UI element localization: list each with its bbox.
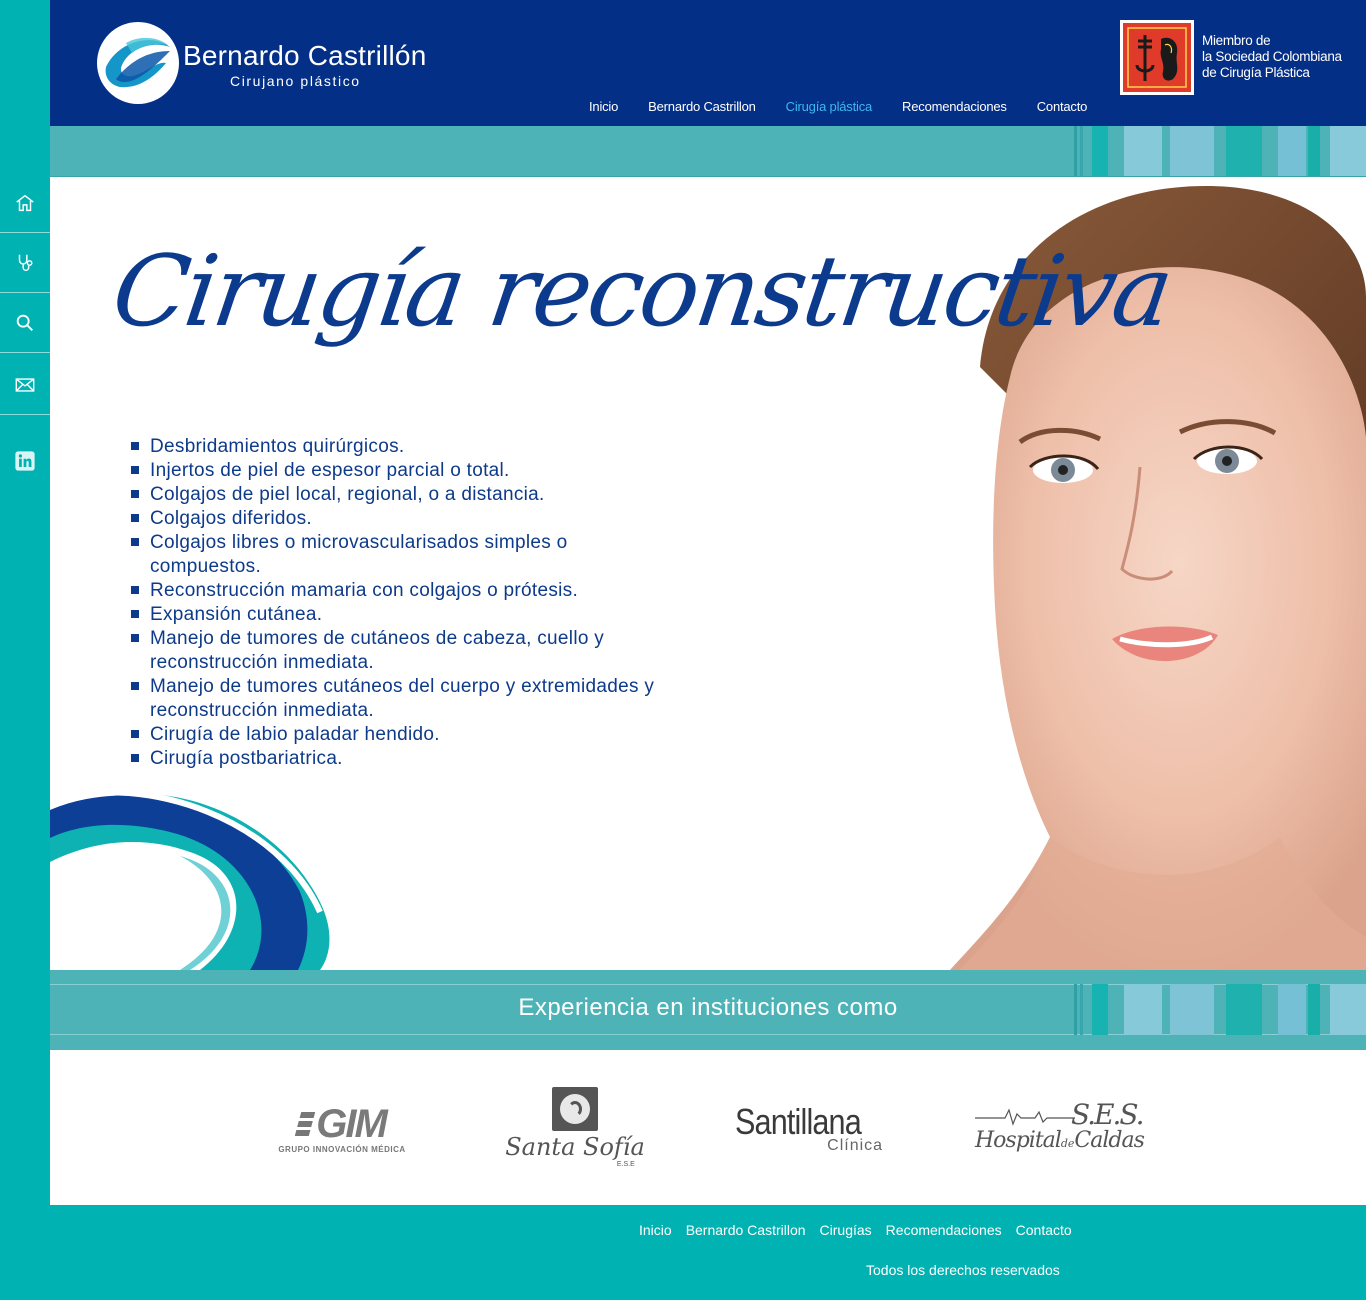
gim-mark: GIM: [316, 1101, 388, 1146]
linkedin-icon: [15, 451, 35, 471]
decorative-band-top: [50, 126, 1366, 177]
nav-bernardo-castrillon[interactable]: Bernardo Castrillon: [648, 99, 756, 114]
decorative-swoosh: [50, 789, 330, 970]
mail-button[interactable]: [0, 355, 50, 415]
nav-cirugia-plastica[interactable]: Cirugía plástica: [786, 99, 873, 114]
list-item: Cirugía de labio paladar hendido.: [130, 723, 750, 747]
linkedin-button[interactable]: [0, 431, 50, 491]
footer-nav: Inicio Bernardo Castrillon Cirugías Reco…: [639, 1222, 1086, 1238]
left-sidebar: [0, 0, 50, 1300]
membership-line-1: Miembro de: [1202, 33, 1271, 48]
nav-recomendaciones[interactable]: Recomendaciones: [902, 99, 1007, 114]
home-icon: [16, 194, 34, 211]
main-nav: Inicio Bernardo Castrillon Cirugía plást…: [589, 99, 1117, 114]
nav-contacto[interactable]: Contacto: [1037, 99, 1088, 114]
stethoscope-icon: [18, 254, 33, 271]
mail-icon: [15, 377, 35, 392]
society-membership-text: Miembro de la Sociedad Colombiana de Cir…: [1202, 33, 1342, 81]
list-item: Cirugía postbariatrica.: [130, 747, 750, 771]
santa-sofia-name: Santa Sofía: [505, 1133, 645, 1161]
footer-nav-bernardo-castrillon[interactable]: Bernardo Castrillon: [686, 1222, 806, 1238]
copyright-text: Todos los derechos reservados: [866, 1262, 1060, 1278]
search-button[interactable]: [0, 293, 50, 353]
footer-nav-inicio[interactable]: Inicio: [639, 1222, 672, 1238]
hero-title: Cirugía reconstructiva: [105, 235, 1177, 349]
logo-santillana[interactable]: Santillana Clínica: [734, 1050, 884, 1205]
ses-mark: S.E.S.: [1071, 1097, 1145, 1131]
list-item: Colgajos libres o microvascularisados si…: [130, 531, 630, 579]
list-item: Reconstrucción mamaria con colgajos o pr…: [130, 579, 750, 603]
list-item: Desbridamientos quirúrgicos.: [130, 435, 750, 459]
footer-nav-recomendaciones[interactable]: Recomendaciones: [886, 1222, 1002, 1238]
footer-nav-contacto[interactable]: Contacto: [1016, 1222, 1072, 1238]
list-item: Colgajos diferidos.: [130, 507, 750, 531]
list-item: Manejo de tumores cutáneos del cuerpo y …: [130, 675, 730, 723]
site-header: Bernardo Castrillón Cirujano plástico Mi…: [50, 0, 1366, 126]
ses-caldas: Caldas: [1074, 1127, 1144, 1153]
experience-title: Experiencia en instituciones como: [50, 994, 1366, 1022]
society-emblem: [1120, 20, 1194, 95]
services-list: Desbridamientos quirúrgicos. Injertos de…: [130, 435, 750, 771]
ses-de: de: [1060, 1136, 1075, 1150]
list-item: Expansión cutánea.: [130, 603, 750, 627]
membership-line-2: la Sociedad Colombiana: [1202, 49, 1342, 64]
santillana-name: Santillana: [734, 1100, 862, 1142]
list-item: Manejo de tumores de cutáneos de cabeza,…: [130, 627, 690, 675]
list-item: Colgajos de piel local, regional, o a di…: [130, 483, 750, 507]
heartbeat-icon: [975, 1107, 1075, 1126]
list-item: Injertos de piel de espesor parcial o to…: [130, 459, 750, 483]
ses-hospital: Hospital: [975, 1127, 1062, 1153]
experience-title-text: Experiencia en instituciones como: [518, 994, 898, 1021]
decorative-stripes: [1074, 126, 1366, 176]
experience-band: Experiencia en instituciones como: [50, 970, 1366, 1050]
institution-logos: GIM GRUPO INNOVACIÓN MÉDICA Santa Sofía …: [50, 1050, 1366, 1205]
gim-caption: GRUPO INNOVACIÓN MÉDICA: [278, 1144, 406, 1154]
site-footer: Inicio Bernardo Castrillon Cirugías Reco…: [50, 1205, 1366, 1300]
footer-nav-cirugias[interactable]: Cirugías: [820, 1222, 872, 1238]
nav-inicio[interactable]: Inicio: [589, 99, 618, 114]
santa-sofia-caption: E.S.E: [616, 1161, 635, 1168]
membership-line-3: de Cirugía Plástica: [1202, 65, 1310, 80]
logo-santa-sofia[interactable]: Santa Sofía E.S.E: [505, 1050, 645, 1205]
logo-gim[interactable]: GIM GRUPO INNOVACIÓN MÉDICA: [272, 1050, 412, 1205]
surgery-button[interactable]: [0, 233, 50, 293]
logo-ses-hospital-caldas[interactable]: S.E.S. HospitaldeCaldas: [970, 1050, 1150, 1205]
society-seal-icon: [1123, 23, 1191, 92]
hero-section: Cirugía reconstructiva Desbridamientos q…: [50, 177, 1366, 970]
brand-logo-icon[interactable]: [96, 21, 180, 105]
home-button[interactable]: [0, 173, 50, 233]
search-icon: [16, 314, 33, 331]
brand-name[interactable]: Bernardo Castrillón: [183, 40, 426, 72]
brand-subtitle: Cirujano plástico: [230, 73, 361, 89]
